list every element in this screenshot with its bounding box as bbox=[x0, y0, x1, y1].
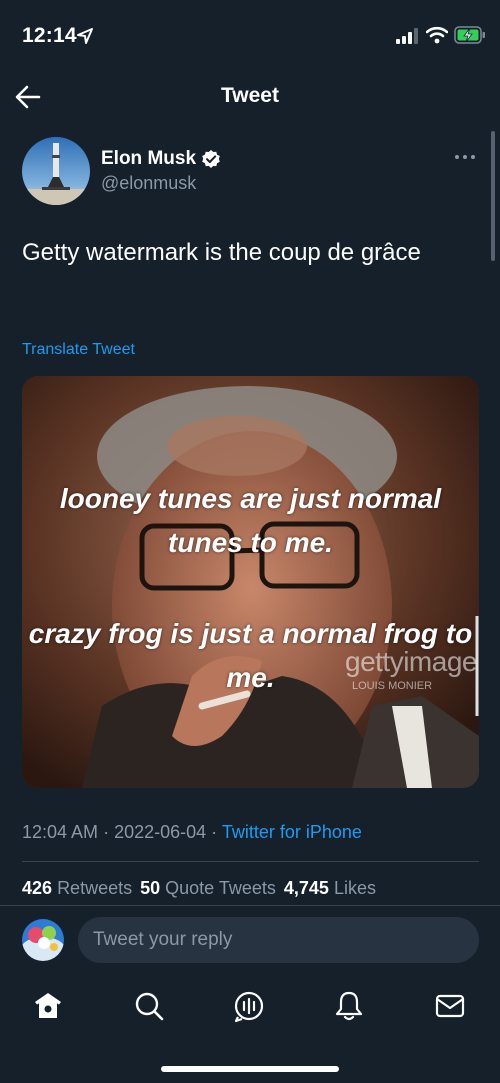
signal-icon bbox=[396, 28, 418, 44]
tweet-time: 12:04 AM bbox=[22, 822, 99, 842]
retweets-stat[interactable]: 426 Retweets bbox=[22, 878, 132, 898]
translate-tweet-link[interactable]: Translate Tweet bbox=[22, 341, 135, 359]
rocket-photo-avatar-image bbox=[22, 137, 90, 205]
notifications-bell-icon[interactable] bbox=[332, 989, 366, 1023]
location-arrow-icon bbox=[77, 28, 93, 44]
author-display-name[interactable]: Elon Musk bbox=[101, 148, 196, 170]
meme-photo-background bbox=[22, 376, 479, 788]
tweet-stats: 426 Retweets 50 Quote Tweets 4,745 Likes bbox=[22, 878, 376, 899]
watermark-credit: LOUIS MONIER bbox=[352, 680, 433, 692]
scrollbar-thumb[interactable] bbox=[491, 131, 495, 261]
quote-tweets-count: 50 bbox=[140, 878, 161, 898]
page-title: Tweet bbox=[221, 84, 279, 107]
ellipsis-icon[interactable] bbox=[452, 152, 478, 162]
home-icon[interactable] bbox=[31, 989, 65, 1023]
author-name-row: Elon Musk bbox=[101, 147, 221, 171]
user-avatar-image bbox=[22, 919, 64, 961]
verified-badge-icon bbox=[202, 150, 220, 168]
likes-count: 4,745 bbox=[283, 878, 329, 898]
author-handle[interactable]: @elonmusk bbox=[101, 173, 196, 194]
likes-label: Likes bbox=[333, 878, 376, 898]
home-indicator[interactable] bbox=[161, 1066, 339, 1072]
top-nav: Tweet bbox=[0, 72, 500, 122]
battery-charging-icon bbox=[454, 26, 485, 44]
messages-envelope-icon[interactable] bbox=[433, 989, 467, 1023]
getty-watermark: gettyimage bbox=[345, 646, 477, 677]
quote-tweets-label: Quote Tweets bbox=[165, 878, 276, 898]
status-time: 12:14 bbox=[22, 24, 77, 47]
meta-separator: · bbox=[98, 822, 115, 842]
reply-bar bbox=[0, 905, 500, 975]
reply-input[interactable] bbox=[78, 917, 479, 963]
wifi-icon bbox=[426, 26, 448, 44]
search-icon[interactable] bbox=[132, 989, 166, 1023]
tweet-date: 2022-06-04 bbox=[114, 822, 207, 842]
author-avatar[interactable] bbox=[22, 137, 90, 205]
meme-caption-top: looney tunes are just normal tunes to me… bbox=[59, 483, 442, 558]
meta-separator: · bbox=[206, 822, 222, 842]
retweets-count: 426 bbox=[22, 878, 53, 898]
user-avatar[interactable] bbox=[22, 919, 64, 961]
tweet-timestamp: 12:04 AM · 2022-06-04 · Twitter for iPho… bbox=[22, 822, 362, 843]
spaces-icon[interactable] bbox=[232, 989, 266, 1023]
quote-tweets-stat[interactable]: 50 Quote Tweets bbox=[140, 878, 276, 898]
status-bar: 12:14 bbox=[0, 0, 500, 72]
tweet-media-image[interactable]: looney tunes are just normal tunes to me… bbox=[22, 376, 479, 788]
tweet-text: Getty watermark is the coup de grâce bbox=[22, 239, 421, 266]
likes-stat[interactable]: 4,745 Likes bbox=[284, 878, 376, 898]
divider bbox=[22, 861, 479, 862]
retweets-label: Retweets bbox=[57, 878, 133, 898]
tweet-source-link[interactable]: Twitter for iPhone bbox=[222, 822, 362, 842]
